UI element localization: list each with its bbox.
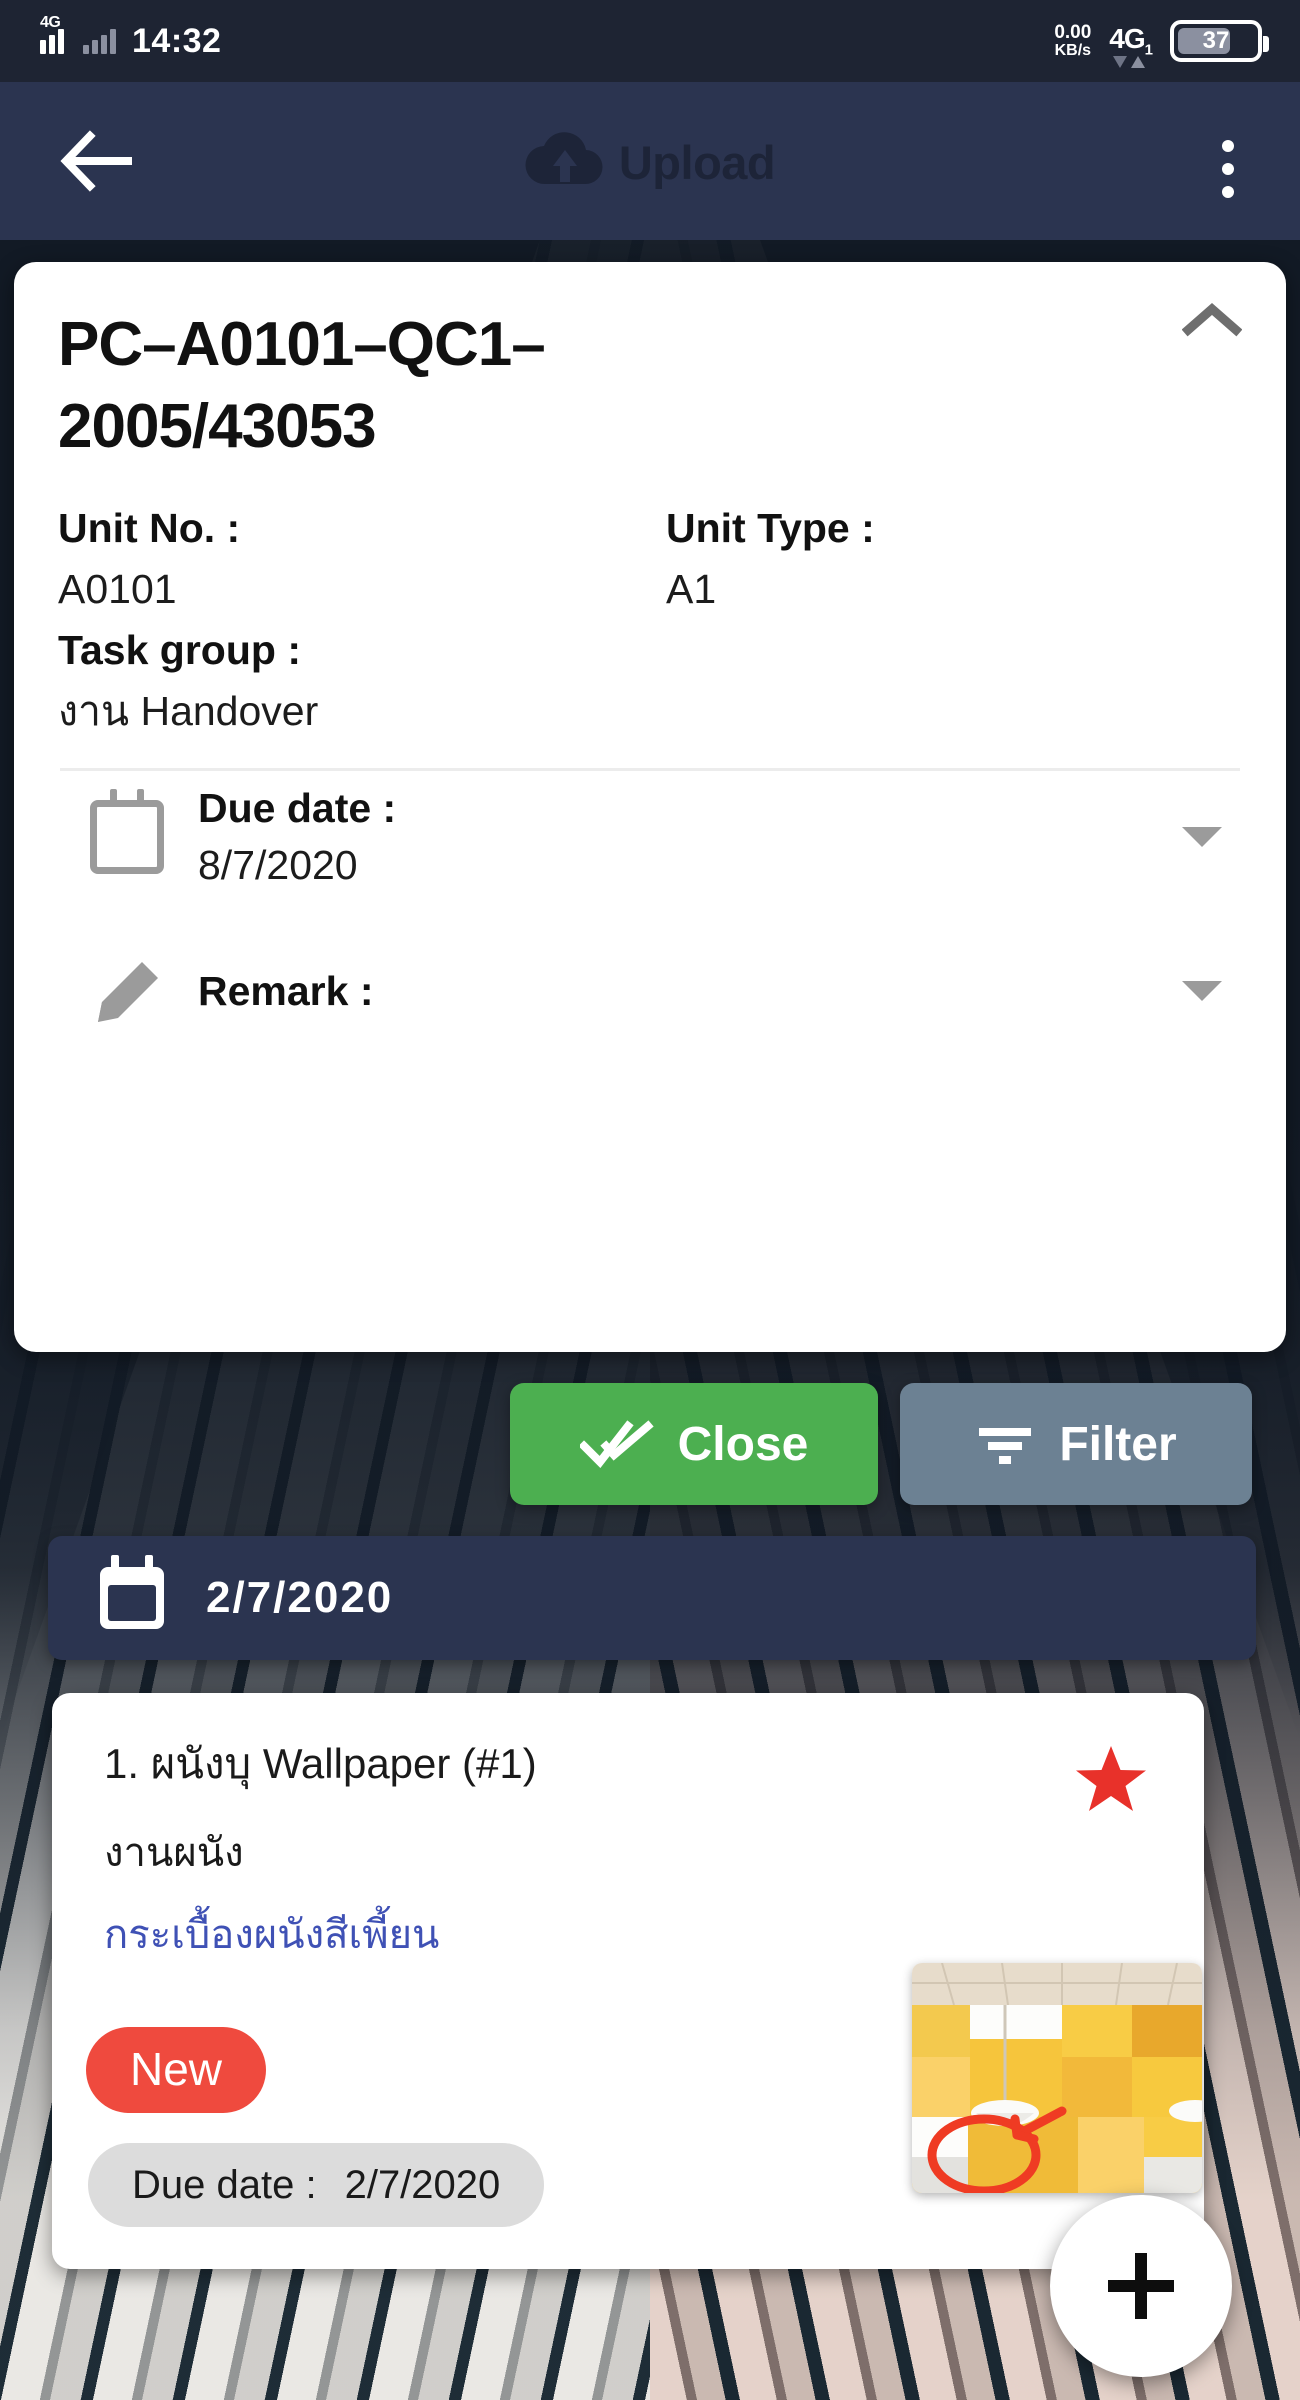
add-button[interactable] (1050, 2195, 1232, 2377)
action-button-row: Close Filter (0, 1383, 1300, 1505)
task-group-label: Task group : (58, 626, 301, 673)
unit-type-label: Unit Type : (666, 504, 875, 551)
pencil-icon (68, 952, 198, 1030)
due-date-value: 8/7/2020 (198, 842, 358, 888)
work-order-detail-card: PC–A0101–QC1–2005/43053 Unit No. : Unit … (14, 262, 1286, 1352)
status-bar-clock: 14:32 (132, 21, 222, 60)
unit-type-value: A1 (666, 566, 717, 613)
due-date-body: Due date : 8/7/2020 (198, 780, 1242, 893)
task-due-date-value: 2/7/2020 (344, 2163, 501, 2207)
task-due-date-pill: Due date : 2/7/2020 (88, 2143, 545, 2227)
due-date-row[interactable]: Due date : 8/7/2020 (58, 771, 1242, 903)
signal-bars-secondary-icon (83, 28, 116, 54)
status-bar: 4G 14:32 0.00 KB/s 4G1 37 (0, 0, 1300, 82)
task-thumbnail[interactable] (912, 1963, 1202, 2193)
task-title: 1. ผนังบุ Wallpaper (#1) (104, 1740, 537, 1787)
filter-button-label: Filter (1059, 1417, 1177, 1471)
signal-bars-icon: 4G (40, 14, 73, 54)
unit-field-grid: Unit No. : Unit Type : A0101 A1 Task gro… (58, 498, 1242, 742)
date-group-header[interactable]: 2/7/2020 (48, 1536, 1256, 1660)
filter-button[interactable]: Filter (900, 1383, 1252, 1505)
remark-body: Remark : (198, 963, 1242, 1020)
task-due-date-label: Due date : (132, 2163, 317, 2207)
star-icon[interactable] (1074, 1743, 1148, 1817)
caret-down-icon-due-date[interactable] (1182, 827, 1222, 847)
calendar-icon (100, 1555, 164, 1629)
data-traffic-arrows-icon (1113, 56, 1146, 69)
date-group-label: 2/7/2020 (206, 1573, 394, 1622)
battery-icon: 37 (1170, 20, 1269, 62)
unit-no-label: Unit No. : (58, 504, 241, 551)
network-speed-indicator: 0.00 KB/s (1054, 23, 1091, 59)
close-button[interactable]: Close (510, 1383, 878, 1505)
task-group-value: งาน Handover (58, 688, 319, 735)
overflow-menu-icon[interactable] (1222, 140, 1234, 198)
double-check-icon (579, 1420, 654, 1468)
remark-row[interactable]: Remark : (58, 925, 1242, 1057)
sim-network-label: 4G (1109, 23, 1145, 55)
status-bar-right: 0.00 KB/s 4G1 37 (1054, 0, 1269, 82)
chevron-up-icon[interactable] (1182, 300, 1242, 340)
caret-down-icon-remark[interactable] (1182, 981, 1222, 1001)
plus-icon (1108, 2253, 1174, 2319)
task-subtitle: งานผนัง (104, 1831, 244, 1876)
calendar-icon (68, 789, 198, 874)
app-bar-title-group: Upload (0, 132, 1300, 192)
close-button-label: Close (677, 1417, 809, 1471)
due-date-label: Due date : (198, 785, 397, 832)
app-bar: Upload (0, 82, 1300, 240)
spacer-cell-2 (666, 681, 1242, 742)
spacer-cell (666, 620, 1242, 682)
filter-icon (979, 1428, 1032, 1464)
status-bar-left: 4G 14:32 (40, 0, 221, 82)
network-speed-unit: KB/s (1054, 41, 1092, 59)
cloud-upload-icon (525, 132, 603, 185)
page-title: PC–A0101–QC1–2005/43053 (58, 310, 546, 461)
sim-network-indicator: 4G1 (1109, 23, 1153, 69)
app-bar-title-label: Upload (618, 135, 776, 189)
remark-label: Remark : (198, 967, 374, 1014)
network-speed-value: 0.00 (1054, 22, 1092, 44)
unit-no-value: A0101 (58, 566, 177, 613)
task-issue-label: กระเบื้องผนังสีเพี้ยน (104, 1913, 440, 1958)
network-generation-label: 4G (40, 14, 61, 31)
battery-percent-label: 37 (1202, 27, 1230, 54)
app-screen: 4G 14:32 0.00 KB/s 4G1 37 Upload PC–A010… (0, 0, 1300, 2400)
status-badge[interactable]: New (86, 2027, 267, 2113)
